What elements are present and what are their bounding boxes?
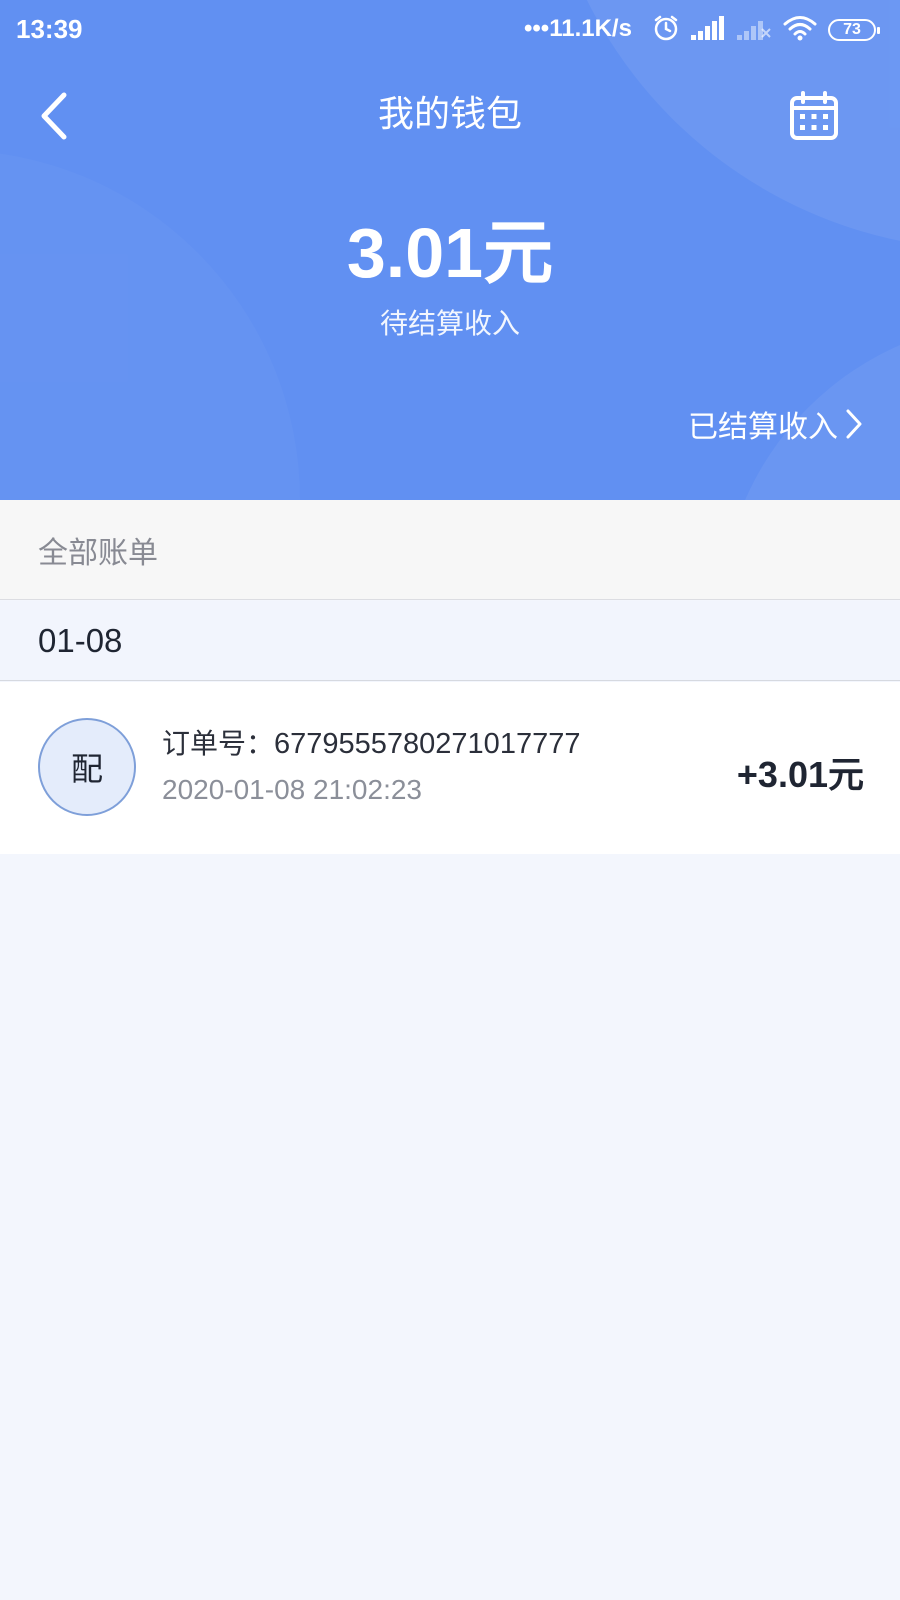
signal-icon [690,15,726,45]
bill-timestamp: 2020-01-08 21:02:23 [162,774,422,805]
alarm-icon [652,14,680,46]
status-time: 13:39 [16,14,83,44]
signal-off-icon [736,15,772,45]
wifi-icon [782,14,818,46]
bill-amount: +3.01元 [736,754,864,795]
settled-income-label: 已结算收入 [688,410,838,445]
bill-list-item[interactable]: 配 订单号：6779555780271017777 2020-01-08 21:… [0,682,900,854]
battery-icon: 73 [828,19,880,41]
chevron-right-icon [846,409,862,439]
order-number-label: 订单号： [162,727,275,760]
order-number-value: 6779555780271017777 [274,728,581,760]
bill-date-header: 01-08 [0,601,900,681]
status-bar: 13:39 •••11.1K/s 73 [0,0,900,60]
pending-income-amount: 3.01元 [346,214,554,292]
wallet-header: 13:39 •••11.1K/s 73 我的钱包 3.01元 待结算收入 已结算… [0,0,900,500]
pending-income-label: 待结算收入 [379,307,520,340]
calendar-icon [790,91,838,140]
network-speed: •••11.1K/s [524,15,632,42]
page-title: 我的钱包 [377,94,522,135]
calendar-button[interactable] [786,88,842,144]
bill-order-number: 订单号：6779555780271017777 [162,722,580,762]
all-bills-heading: 全部账单 [0,500,900,600]
bill-type-avatar: 配 [38,718,136,816]
settled-income-link[interactable]: 已结算收入 [688,402,864,446]
status-icons: 73 [652,14,880,46]
